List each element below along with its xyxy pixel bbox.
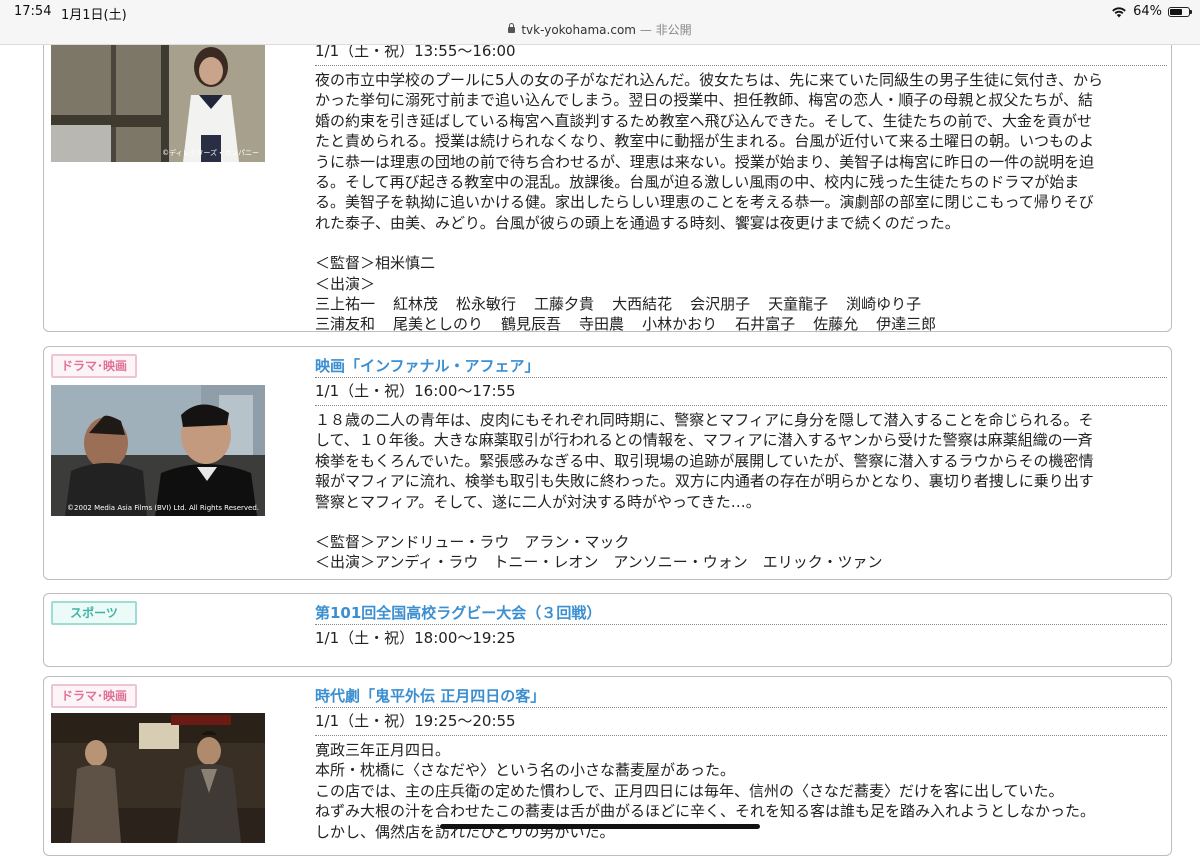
program-time: 1/1（土・祝）18:00〜19:25 [315,624,1167,652]
program-thumbnail[interactable] [51,713,265,843]
cast-row: 三上祐一 紅林茂 松永敏行 工藤夕貴 大西結花 会沢朋子 天童龍子 渕崎ゆり子 [315,294,1167,314]
category-badge: スポーツ [51,601,137,625]
program-title[interactable]: 第101回全国高校ラグビー大会（３回戦） [315,602,1167,624]
description-line: １８歳の二人の青年は、皮肉にもそれぞれ同時期に、警察とマフィアに身分を隠して潜入… [315,411,1094,429]
classroom-photo [51,45,265,162]
description-line: る。美智子を執拗に追いかける健。家出したらしい理恵のことを考える恭一。演劇部の部… [315,193,1094,212]
program-card: スポーツ 第101回全国高校ラグビー大会（３回戦） 1/1（土・祝）18:00〜… [43,593,1172,667]
battery-level [1170,8,1182,15]
description-line: ねずみ大根の汁を合わせたこの蕎麦は舌が曲がるほどに辛く、それを知る客は誰も足を踏… [315,802,1096,821]
program-card: ドラマ･映画 ©2002 Media Asia Films (BVI) Ltd.… [43,346,1172,580]
image-credit: ©2002 Media Asia Films (BVI) Ltd. All Ri… [67,504,259,512]
description-line: 検挙をもくろんでいた。緊張感みなぎる中、取引現場の追跡が展開していたが、警察に潜… [315,451,1094,470]
cast-member: 松永敏行 [456,295,517,314]
program-description: 夜の市立中学校のプールに5人の女の子がなだれ込んだ。彼女たちは、先に来ていた同級… [315,66,1167,233]
address-bar[interactable]: tvk-yokohama.com — 非公開 [0,21,1200,38]
cast-member: 三浦友和 [315,315,376,334]
program-thumbnail[interactable]: ©2002 Media Asia Films (BVI) Ltd. All Ri… [51,385,265,516]
cast-member: 工藤夕貴 [534,295,595,314]
description-line: る。そして再び起きる教室中の混乱。放課後。台風が迫る激しい風雨の中、校内に残った… [315,173,1080,192]
cast-label: ＜出演＞ [315,274,376,293]
browser-status-bar: 17:54 1月1日(土) tvk-yokohama.com — 非公開 64% [0,0,1200,45]
program-title[interactable]: 時代劇「鬼平外伝 正月四日の客」 [315,685,1167,707]
home-indicator[interactable] [440,824,760,829]
battery-percent: 64% [1133,4,1162,19]
program-credits: ＜監督＞アンドリュー・ラウ アラン・マック ＜出演＞アンディ・ラウ トニー・レオ… [315,532,1167,573]
program-card: ドラマ･映画 時代劇「鬼平外伝 正月四日の客」 1/1（土・祝）19:25〜20… [43,676,1172,856]
lock-icon [508,23,516,33]
status-indicators: 64% [1111,4,1192,19]
wifi-icon [1112,6,1126,17]
cast-member: 会沢朋子 [690,295,751,314]
image-credit: ©ディレクターズ・カンパニー [162,149,259,157]
cast-member: 紅林茂 [393,295,439,314]
description-line: 婚の約束を引き延ばしている梅宮へ直談判するため教室へ飛び込んできた。そして、生徒… [315,111,1093,130]
description-line: れた泰子、由美、みどり。台風が彼らの頭上を通過する時刻、饗宴は夜更けまで続くのだ… [315,213,960,232]
program-card: ©ディレクターズ・カンパニー 1/1（土・祝）13:55〜16:00 夜の市立中… [43,0,1172,335]
url-text: tvk-yokohama.com [521,23,636,37]
cast-member: 小林かおり [642,315,718,334]
program-credits: ＜監督＞相米慎二 ＜出演＞ 三上祐一 紅林茂 松永敏行 工藤夕貴 大西結花 会沢朋子 天童龍… [315,253,1167,335]
cast-label: ＜出演＞アンディ・ラウ トニー・レオン アンソニー・ウォン エリック・ツァン [315,553,883,572]
director-label: ＜監督＞アンドリュー・ラウ アラン・マック [315,533,630,552]
cast-member: 尾美としのり [393,315,484,334]
description-line: たと責められる。授業は続けられなくなり、教室中に動揺が生まれる。台風が近付いて来… [315,132,1094,151]
cast-member: 寺田農 [579,315,625,334]
description-line: して、１０年後。大きな麻薬取引が行われるとの情報を、マフィアに潜入するヤンから受… [315,431,1093,450]
cast-member: 渕崎ゆり子 [846,295,922,314]
program-time: 1/1（土・祝）19:25〜20:55 [315,707,1167,736]
battery-icon [1168,6,1192,17]
program-time: 1/1（土・祝）16:00〜17:55 [315,377,1167,406]
movie-photo [51,385,265,516]
category-badge: ドラマ･映画 [51,684,137,708]
cast-member: 伊達三郎 [876,315,937,334]
description-line: 夜の市立中学校のプールに5人の女の子がなだれ込んだ。彼女たちは、先に来ていた同級… [315,71,1104,89]
cast-row: 三浦友和 尾美としのり 鶴見辰吾 寺田農 小林かおり 石井富子 佐藤允 伊達三郎 [315,314,1167,334]
cast-member: 鶴見辰吾 [501,315,562,334]
description-line: 報がマフィアに流れ、検挙も取引も失敗に終わった。双方に内通者の存在が明らかとなり… [315,472,1094,491]
clock: 17:54 [14,4,52,19]
category-badge: ドラマ･映画 [51,354,137,378]
program-description: １８歳の二人の青年は、皮肉にもそれぞれ同時期に、警察とマフィアに身分を隠して潜入… [315,406,1167,512]
description-line: かった挙句に溺死寸前まで追い込んでしまう。翌日の授業中、担任教師、梅宮の恋人・順… [315,91,1094,110]
director-label: ＜監督＞相米慎二 [315,254,436,273]
period-drama-photo [51,713,265,843]
cast-member: 天童龍子 [768,295,829,314]
description-line: 寛政三年正月四日。 [315,741,451,759]
cast-member: 三上祐一 [315,295,376,314]
url-suffix: — 非公開 [639,23,692,37]
cast-member: 大西結花 [612,295,673,314]
cast-member: 石井富子 [735,315,796,334]
description-line: この店では、主の庄兵衛の定めた慣わしで、正月四日には毎年、信州の〈さなだ蕎麦〉だ… [315,781,1064,800]
description-line: 本所・枕橋に〈さなだや〉という名の小さな蕎麦屋があった。 [315,761,736,780]
description-line: 警察とマフィア。そして、遂に二人が対決する時がやってきた…。 [315,492,761,511]
program-thumbnail[interactable]: ©ディレクターズ・カンパニー [51,45,265,162]
description-line: うに恭一は理恵の団地の前で待ち合わせるが、理恵は来ない。授業が始まり、美智子は梅… [315,152,1095,171]
cast-member: 佐藤允 [813,315,859,334]
program-title[interactable]: 映画「インファナル・アフェア」 [315,355,1167,377]
